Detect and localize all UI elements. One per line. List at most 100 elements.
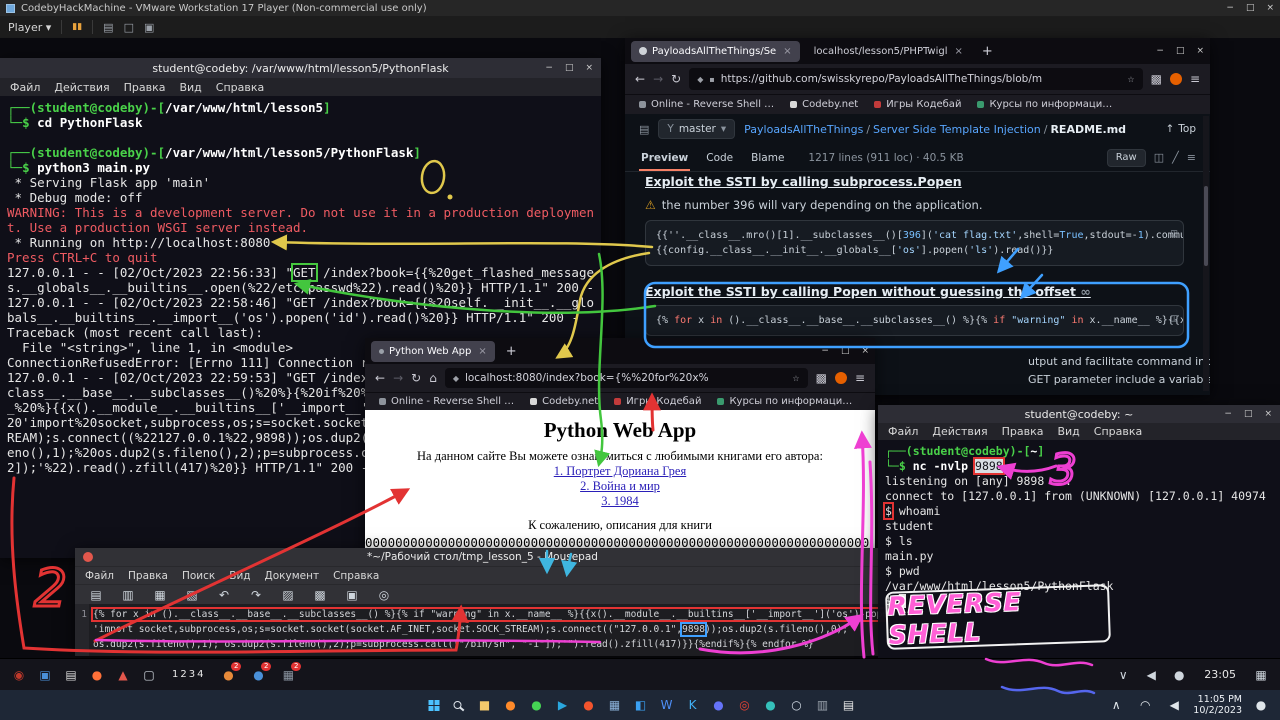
section-heading[interactable]: Exploit the SSTI by calling subprocess.P… bbox=[645, 174, 962, 189]
mousepad-title-bar[interactable]: *~/Рабочий стол/tmp_lesson_5 - Mousepad bbox=[75, 548, 890, 566]
editor-text[interactable]: {% for x in ().__class__.__base__.__subc… bbox=[89, 604, 890, 656]
word-icon[interactable]: W bbox=[656, 694, 678, 716]
copy-icon[interactable]: ▩ bbox=[309, 584, 331, 606]
menu-item[interactable]: Правка bbox=[124, 81, 166, 94]
chat-icon[interactable]: ●2 bbox=[217, 664, 239, 686]
close-button[interactable]: × bbox=[585, 63, 593, 73]
search-icon[interactable]: ◎ bbox=[373, 584, 395, 606]
new-tab-button[interactable]: + bbox=[977, 44, 998, 59]
tab-code[interactable]: Code bbox=[704, 144, 735, 171]
menu-item[interactable]: Действия bbox=[932, 425, 987, 438]
extensions-icon[interactable]: ▩ bbox=[816, 371, 827, 385]
start-icon[interactable] bbox=[429, 700, 434, 705]
cut-icon[interactable]: ▨ bbox=[277, 584, 299, 606]
open-file-icon[interactable]: ▥ bbox=[117, 584, 139, 606]
player-menu[interactable]: Player ▾ bbox=[8, 21, 51, 34]
menu-item[interactable]: Файл bbox=[10, 81, 40, 94]
app-menu-icon[interactable]: ≡ bbox=[855, 371, 865, 385]
vmware-title-bar[interactable]: CodebyHackMachine - VMware Workstation 1… bbox=[0, 0, 1280, 16]
outline-icon[interactable]: ≡ bbox=[1187, 151, 1196, 164]
bookmark-item[interactable]: Игры Кодебай bbox=[614, 396, 701, 407]
maximize-button[interactable]: □ bbox=[1244, 409, 1253, 419]
url-bar[interactable]: ◆ ▪ https://github.com/swisskyrepo/Paylo… bbox=[689, 68, 1142, 90]
book-link-1[interactable]: 1. Портрет Дориана Грея bbox=[365, 464, 875, 479]
book-link-2[interactable]: 2. Война и мир bbox=[365, 479, 875, 494]
menu-item[interactable]: Файл bbox=[888, 425, 918, 438]
workspace-switcher[interactable]: 1234 bbox=[172, 669, 205, 680]
telegram-icon[interactable]: ▶ bbox=[552, 694, 574, 716]
forward-icon[interactable]: → bbox=[653, 72, 663, 86]
menu-item[interactable]: Вид bbox=[179, 81, 201, 94]
notes-icon[interactable]: ▤ bbox=[838, 694, 860, 716]
minimize-button[interactable]: − bbox=[821, 346, 829, 356]
reload-icon[interactable]: ↻ bbox=[671, 72, 681, 86]
new-file-icon[interactable]: ▤ bbox=[85, 584, 107, 606]
fullscreen-icon[interactable]: □ bbox=[124, 21, 134, 34]
copy-code-icon[interactable]: ◫ bbox=[1171, 226, 1177, 241]
menu-item[interactable]: Правка bbox=[128, 570, 168, 582]
firefox-icon[interactable]: ● bbox=[500, 694, 522, 716]
terminal-output[interactable]: ┌──(student@codeby)-[~]└─$ nc -nvlp 9898… bbox=[878, 440, 1280, 658]
tab-python-web-app[interactable]: Python Web App × bbox=[371, 341, 495, 362]
edge-icon[interactable]: ● bbox=[760, 694, 782, 716]
close-tab-icon[interactable]: × bbox=[783, 46, 791, 57]
mail-icon[interactable]: ●2 bbox=[247, 664, 269, 686]
forward-icon[interactable]: → bbox=[393, 371, 403, 385]
host-clock[interactable]: 11:05 PM 10/2/2023 bbox=[1193, 694, 1242, 716]
terminal-title-bar[interactable]: student@codeby: ~ − □ × bbox=[878, 405, 1280, 423]
copy-icon[interactable]: ◫ bbox=[1154, 151, 1164, 164]
menu-item[interactable]: Справка bbox=[216, 81, 264, 94]
book-link-3[interactable]: 3. 1984 bbox=[365, 494, 875, 509]
close-button[interactable]: × bbox=[1266, 3, 1274, 13]
brave-icon[interactable]: ● bbox=[578, 694, 600, 716]
menu-item[interactable]: Файл bbox=[85, 570, 114, 582]
kali-menu-icon[interactable]: ◉ bbox=[8, 664, 30, 686]
menu-item[interactable]: Справка bbox=[333, 570, 379, 582]
close-tab-icon[interactable]: × bbox=[955, 46, 963, 57]
back-icon[interactable]: ← bbox=[375, 371, 385, 385]
steam-icon[interactable]: ○ bbox=[786, 694, 808, 716]
minimize-button[interactable]: − bbox=[1224, 409, 1232, 419]
url-bar[interactable]: ◆ localhost:8080/index?book={%%20for%20x… bbox=[445, 368, 808, 388]
volume-icon[interactable]: ◀ bbox=[1140, 664, 1162, 686]
flame-icon[interactable]: ▲ bbox=[112, 664, 134, 686]
chevron-down-icon[interactable]: ∨ bbox=[1112, 664, 1134, 686]
wifi-icon[interactable]: ◠ bbox=[1134, 694, 1156, 716]
maximize-button[interactable]: □ bbox=[841, 346, 850, 356]
minimize-button[interactable]: − bbox=[1226, 3, 1234, 13]
close-button[interactable]: × bbox=[1196, 46, 1204, 56]
bookmark-item[interactable]: Online - Reverse Shell … bbox=[379, 396, 514, 407]
file-tree-icon[interactable]: ▤ bbox=[639, 123, 649, 136]
undo-icon[interactable]: ↶ bbox=[213, 584, 235, 606]
profile-avatar[interactable] bbox=[835, 372, 847, 384]
section-heading[interactable]: Exploit the SSTI by calling Popen withou… bbox=[645, 284, 1091, 299]
breadcrumb-folder[interactable]: Server Side Template Injection bbox=[873, 123, 1041, 136]
notification-bell-icon[interactable]: ● bbox=[1250, 694, 1272, 716]
scrollbar[interactable] bbox=[1203, 116, 1209, 391]
whatsapp-icon[interactable]: ● bbox=[526, 694, 548, 716]
bell-icon[interactable]: ● bbox=[1168, 664, 1190, 686]
menu-item[interactable]: Документ bbox=[265, 570, 320, 582]
minimize-button[interactable]: − bbox=[1156, 46, 1164, 56]
maximize-button[interactable]: □ bbox=[565, 63, 574, 73]
bookmark-item[interactable]: Курсы по информаци… bbox=[977, 99, 1112, 110]
menu-item[interactable]: Поиск bbox=[182, 570, 215, 582]
tab-preview[interactable]: Preview bbox=[639, 144, 690, 171]
tray-chevron-icon[interactable]: ∧ bbox=[1105, 694, 1127, 716]
minimize-button[interactable]: − bbox=[545, 63, 553, 73]
bookmark-star-icon[interactable]: ☆ bbox=[1127, 75, 1134, 84]
bookmark-item[interactable]: Курсы по информаци… bbox=[717, 396, 852, 407]
chrome-icon[interactable]: ◎ bbox=[734, 694, 756, 716]
copy-code-icon[interactable]: ◫ bbox=[1171, 311, 1177, 326]
maximize-button[interactable]: □ bbox=[1246, 3, 1255, 13]
back-to-top-link[interactable]: ↑Top bbox=[1165, 123, 1196, 135]
menu-item[interactable]: Правка bbox=[1002, 425, 1044, 438]
tab-payloadsallthethings[interactable]: PayloadsAllTheThings/Se × bbox=[631, 41, 800, 62]
vscode-icon[interactable]: ◧ bbox=[630, 694, 652, 716]
bookmark-item[interactable]: Codeby.net bbox=[790, 99, 858, 110]
branch-selector[interactable]: Y master ▾ bbox=[658, 119, 735, 139]
bookmark-item[interactable]: Игры Кодебай bbox=[874, 99, 961, 110]
discord-icon[interactable]: ● bbox=[708, 694, 730, 716]
edit-icon[interactable]: ╱ bbox=[1172, 151, 1179, 164]
close-tab-icon[interactable]: × bbox=[478, 346, 486, 357]
